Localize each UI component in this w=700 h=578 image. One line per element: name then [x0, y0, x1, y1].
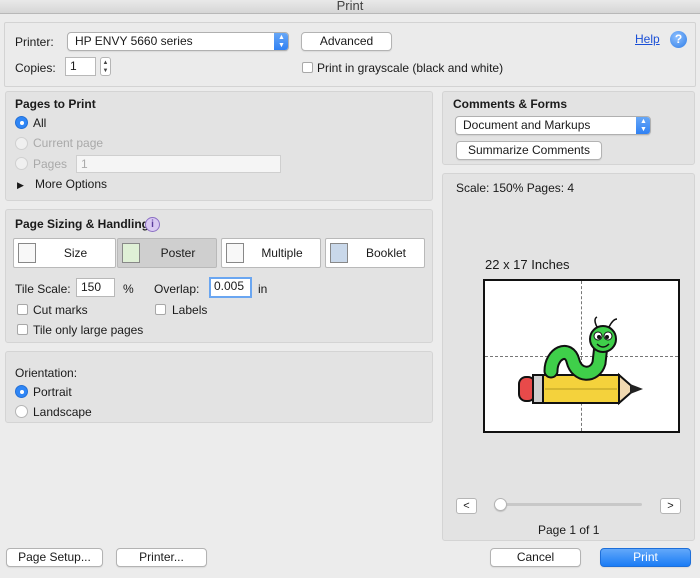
cut-marks-label: Cut marks — [33, 303, 88, 317]
cancel-button[interactable]: Cancel — [490, 548, 581, 567]
preview-page — [483, 279, 680, 433]
pages-all-radio[interactable] — [15, 116, 28, 129]
comments-forms-select[interactable]: Document and Markups ▲ ▼ — [455, 116, 651, 135]
worm-icon — [543, 316, 618, 381]
landscape-radio[interactable] — [15, 405, 28, 418]
grayscale-checkbox[interactable] — [302, 62, 313, 73]
print-button[interactable]: Print — [600, 548, 691, 567]
pages-current-label: Current page — [33, 136, 104, 150]
mode-size-button[interactable]: Size — [13, 238, 116, 268]
printer-select[interactable]: HP ENVY 5660 series ▲ ▼ — [67, 32, 289, 51]
disclosure-triangle-icon[interactable]: ▶ — [17, 178, 24, 192]
info-icon[interactable]: i — [145, 217, 160, 232]
copies-input[interactable]: 1 — [65, 57, 96, 76]
help-icon[interactable]: ? — [670, 31, 687, 48]
cut-marks-checkbox[interactable] — [17, 304, 28, 315]
portrait-radio[interactable] — [15, 385, 28, 398]
preview-scale-text: Scale: 150% Pages: 4 — [456, 181, 575, 195]
pages-to-print-heading: Pages to Print — [15, 97, 96, 111]
landscape-label: Landscape — [33, 405, 92, 419]
multiple-mode-icon — [226, 243, 244, 263]
pages-range-label: Pages — [33, 157, 68, 171]
worm-pencil-illustration — [518, 316, 643, 406]
preview-next-button[interactable]: > — [660, 498, 681, 514]
pages-range-input[interactable]: 1 — [76, 155, 281, 173]
tile-large-checkbox[interactable] — [17, 324, 28, 335]
labels-label: Labels — [172, 303, 208, 317]
summarize-comments-button[interactable]: Summarize Comments — [456, 141, 602, 160]
printer-label: Printer: — [15, 35, 54, 49]
preview-slider-track[interactable] — [497, 503, 642, 506]
paper-size-text: 22 x 17 Inches — [485, 257, 570, 272]
advanced-button[interactable]: Advanced — [301, 32, 392, 51]
page-sizing-heading: Page Sizing & Handling — [15, 217, 150, 231]
comments-forms-heading: Comments & Forms — [453, 97, 568, 111]
mode-poster-button[interactable]: Poster — [117, 238, 217, 268]
comments-forms-value: Document and Markups — [463, 118, 591, 132]
help-link[interactable]: Help — [635, 32, 660, 46]
printer-select-value: HP ENVY 5660 series — [75, 34, 193, 48]
size-mode-icon — [18, 243, 36, 263]
booklet-mode-icon — [330, 243, 348, 263]
tile-large-label: Tile only large pages — [33, 323, 144, 337]
mode-booklet-button[interactable]: Booklet — [325, 238, 425, 268]
more-options-toggle[interactable]: More Options — [35, 177, 107, 191]
labels-checkbox[interactable] — [155, 304, 166, 315]
pages-all-label: All — [33, 116, 47, 130]
copies-stepper-icon[interactable]: ▲ ▼ — [100, 57, 111, 76]
preview-prev-button[interactable]: < — [456, 498, 477, 514]
tile-scale-label: Tile Scale: — [15, 282, 71, 296]
pages-current-radio[interactable] — [15, 137, 28, 150]
poster-mode-icon — [122, 243, 140, 263]
copies-label: Copies: — [15, 61, 56, 75]
window-title: Print — [0, 0, 700, 14]
portrait-label: Portrait — [33, 385, 72, 399]
popup-arrows-icon: ▲ ▼ — [636, 117, 650, 134]
overlap-unit: in — [258, 282, 268, 296]
grayscale-label: Print in grayscale (black and white) — [317, 61, 504, 75]
overlap-label: Overlap: — [154, 282, 200, 296]
printer-button[interactable]: Printer... — [116, 548, 207, 567]
page-setup-button[interactable]: Page Setup... — [6, 548, 103, 567]
overlap-input[interactable]: 0.005 — [209, 277, 252, 298]
page-indicator: Page 1 of 1 — [538, 523, 600, 537]
popup-arrows-icon: ▲ ▼ — [274, 33, 288, 50]
orientation-heading: Orientation: — [15, 366, 78, 380]
preview-slider-knob[interactable] — [494, 498, 507, 511]
mode-multiple-button[interactable]: Multiple — [221, 238, 321, 268]
tile-scale-input[interactable]: 150 — [76, 278, 115, 297]
tile-scale-unit: % — [123, 282, 134, 296]
pages-range-radio[interactable] — [15, 157, 28, 170]
